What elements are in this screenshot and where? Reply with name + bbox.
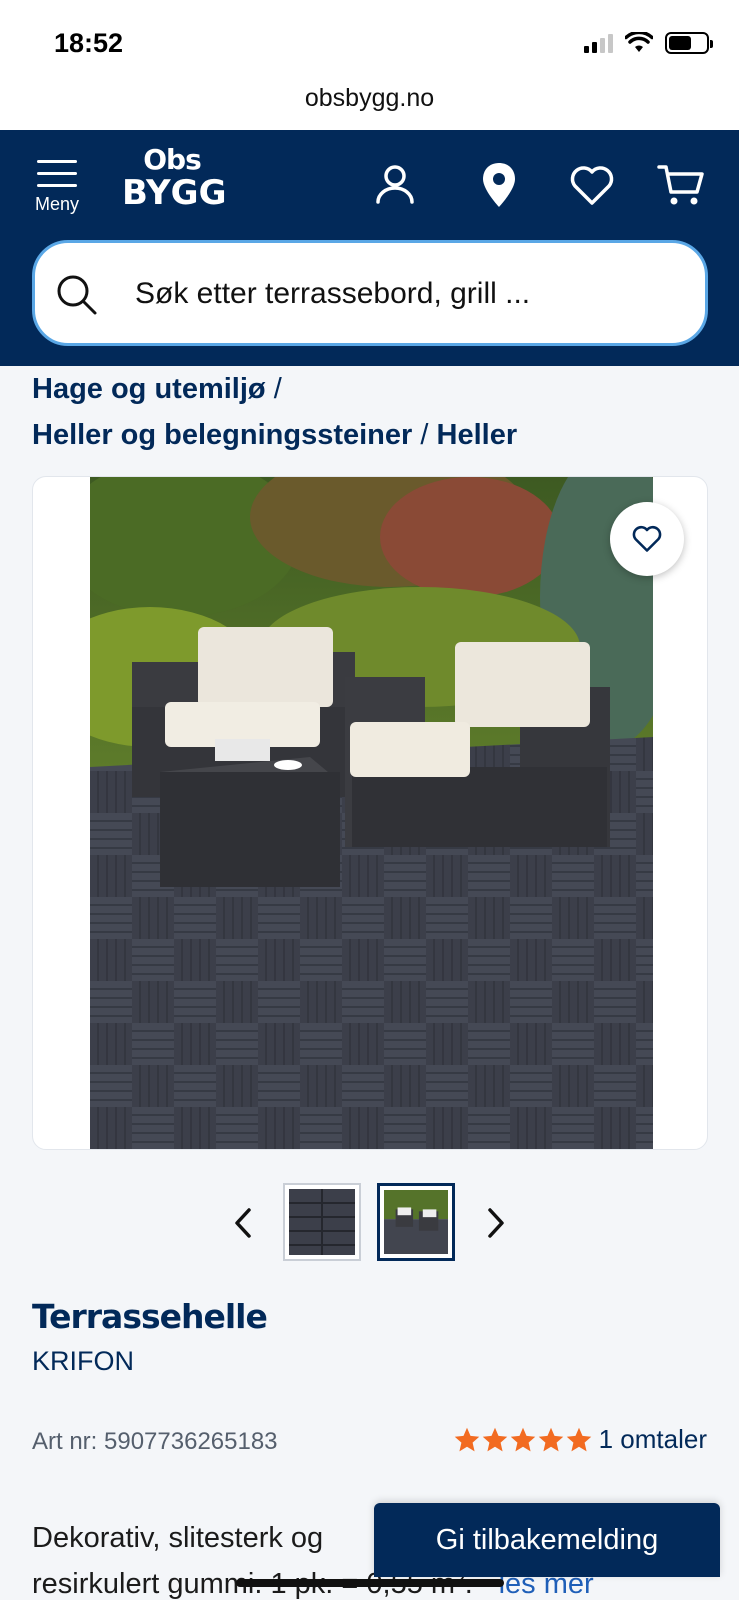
menu-label: Meny — [34, 194, 79, 214]
breadcrumb-item-heller[interactable]: Heller — [437, 419, 518, 451]
cellular-signal-icon — [584, 33, 613, 53]
star-icon — [482, 1427, 507, 1451]
hamburger-icon — [37, 160, 77, 187]
battery-icon — [665, 32, 713, 54]
product-title: Terrassehelle — [32, 1297, 268, 1336]
star-icon — [566, 1427, 591, 1451]
thumbnail-2[interactable] — [377, 1183, 455, 1261]
product-brand[interactable]: KRIFON — [32, 1346, 134, 1377]
cart-icon[interactable] — [656, 160, 706, 210]
browser-url[interactable]: obsbygg.no — [0, 84, 739, 130]
obs-bygg-logo[interactable]: Obs BYGG — [122, 146, 227, 220]
product-image-card — [32, 476, 708, 1150]
rating-stars — [453, 1426, 593, 1454]
search-bar — [32, 240, 708, 346]
home-indicator — [236, 1579, 504, 1587]
thumbnail-1[interactable] — [283, 1183, 361, 1261]
previous-image-button[interactable] — [225, 1201, 261, 1245]
heart-icon — [632, 525, 662, 552]
star-icon — [510, 1427, 535, 1451]
wifi-icon — [625, 32, 653, 52]
image-thumbnails — [0, 1183, 739, 1263]
breadcrumb: Hage og utemiljø / Heller og belegningss… — [32, 366, 722, 458]
heart-icon[interactable] — [567, 160, 617, 210]
chevron-right-icon — [488, 1208, 504, 1238]
location-pin-icon[interactable] — [474, 160, 524, 210]
product-photo[interactable] — [90, 477, 653, 1149]
breadcrumb-separator: / — [420, 419, 429, 451]
site-header: Meny Obs BYGG — [0, 130, 739, 366]
star-icon — [454, 1427, 479, 1451]
star-icon — [538, 1427, 563, 1451]
review-count[interactable]: 1 omtaler — [599, 1424, 707, 1455]
article-number: Art nr: 5907736265183 — [32, 1428, 278, 1455]
status-icons — [584, 32, 713, 54]
search-icon[interactable] — [55, 273, 99, 317]
breadcrumb-item-hage[interactable]: Hage og utemiljø — [32, 373, 266, 405]
breadcrumb-item-heller-og-belegningssteiner[interactable]: Heller og belegningssteiner — [32, 419, 412, 451]
product-rating[interactable]: 1 omtaler — [453, 1424, 707, 1455]
give-feedback-button[interactable]: Gi tilbakemelding — [374, 1503, 720, 1577]
next-image-button[interactable] — [478, 1201, 514, 1245]
add-to-favorites-button[interactable] — [610, 502, 684, 576]
status-bar: 18:52 — [0, 0, 739, 84]
status-time: 18:52 — [54, 28, 124, 58]
breadcrumb-separator: / — [273, 373, 282, 405]
menu-button[interactable]: Meny — [28, 158, 86, 224]
chevron-left-icon — [235, 1208, 251, 1238]
search-input[interactable] — [135, 267, 675, 321]
user-icon[interactable] — [370, 160, 420, 210]
description-line-1: Dekorativ, slitesterk og — [32, 1522, 324, 1554]
